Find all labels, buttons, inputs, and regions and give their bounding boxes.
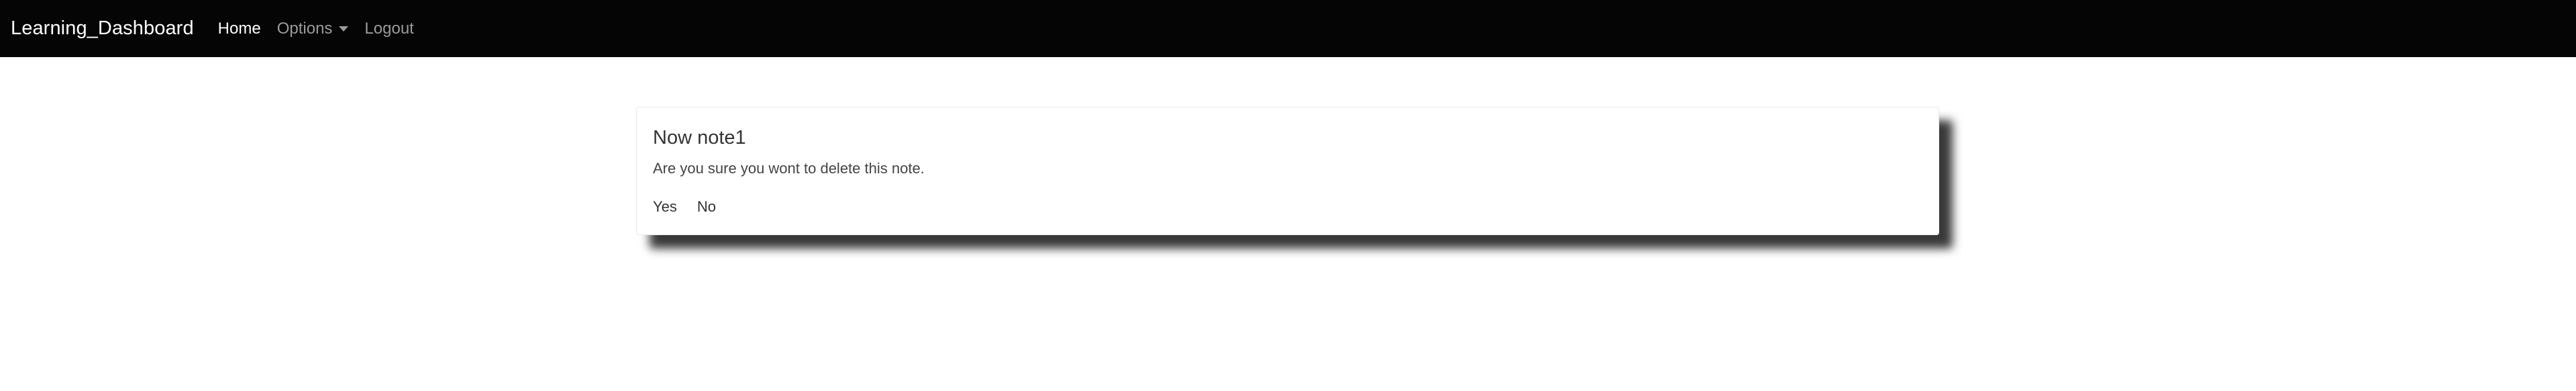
- brand-link[interactable]: Learning_Dashboard: [11, 19, 194, 38]
- delete-confirmation-message: Are you sure you wont to delete this not…: [653, 160, 925, 177]
- delete-confirmation-card: Now note1 Are you sure you wont to delet…: [636, 107, 1939, 235]
- note-title: Now note1: [653, 127, 746, 148]
- top-navbar: Learning_Dashboard Home Options Logout: [0, 0, 2576, 57]
- home-link[interactable]: Home: [218, 20, 261, 37]
- confirmation-actions: Yes No: [653, 200, 1922, 214]
- options-dropdown[interactable]: Options: [276, 19, 349, 38]
- options-label: Options: [276, 19, 333, 38]
- no-button[interactable]: No: [697, 200, 716, 214]
- chevron-down-icon: [339, 26, 349, 32]
- logout-link[interactable]: Logout: [364, 20, 413, 37]
- yes-button[interactable]: Yes: [653, 200, 677, 214]
